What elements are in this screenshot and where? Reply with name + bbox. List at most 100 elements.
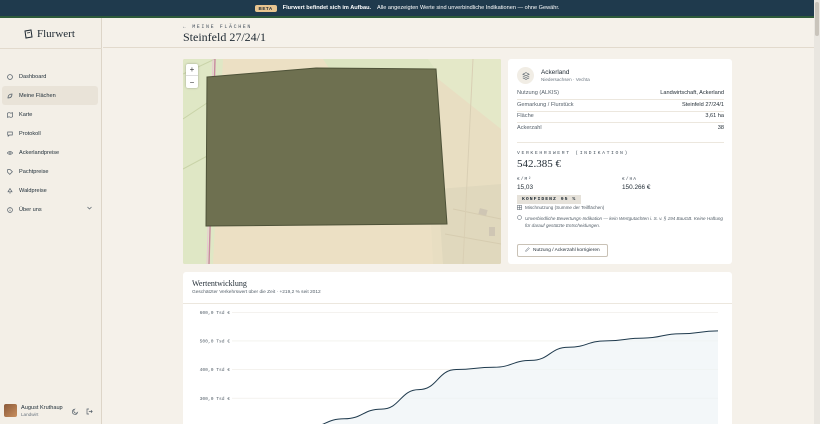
banner-divider [0,16,814,18]
parcel-icon [517,67,534,84]
map-icon [6,111,13,118]
sidebar: Flurwert Dashboard Meine Flächen Karte P… [0,18,102,424]
sidebar-item-protokoll[interactable]: Protokoll [2,124,98,143]
y-tick-label: 300,0 Tsd € [200,396,231,402]
grid-icon [517,205,522,211]
info-value: Landwirtschaft, Ackerland [660,90,724,96]
disclaimer-note: Unverbindliche Bewertungs-Indikation — k… [517,215,723,229]
user-name: August Kruthaup [21,404,63,411]
parcel-type: Ackerland [541,69,570,76]
y-tick-label: 600,0 Tsd € [200,310,231,316]
header-divider [103,47,814,48]
user-profile[interactable]: August Kruthaup Landwirt [4,404,63,417]
row-divider [517,122,724,123]
sidebar-item-dashboard[interactable]: Dashboard [2,67,98,86]
value-area [323,330,718,424]
logo-icon [24,29,33,39]
price-per-m2-label: €/M² [517,177,533,182]
info-value: Steinfeld 27/24/1 [682,102,724,108]
page-scrollbar[interactable] [814,0,820,424]
disclaimer-text: Unverbindliche Bewertungs-Indikation — k… [525,216,723,228]
sidebar-item-pachtpreise[interactable]: Pachtpreise [2,162,98,181]
beta-badge: BETA [254,4,277,12]
sidebar-item-label: Meine Flächen [19,92,56,99]
sidebar-item-ackerlandpreise[interactable]: Ackerlandpreise [2,143,98,162]
info-icon [6,206,13,213]
user-actions [72,408,93,417]
info-key: Ackerzahl [517,125,542,131]
row-divider [517,111,724,112]
value-chart[interactable]: 600,0 Tsd € 500,0 Tsd € 400,0 Tsd € 300,0 T… [183,304,732,424]
info-icon [517,215,522,229]
sidebar-item-label: Waldpreise [19,187,47,194]
dashboard-icon [6,73,13,80]
parcel-map[interactable]: + − [183,59,501,264]
chat-icon [6,130,13,137]
sidebar-item-karte[interactable]: Karte [2,105,98,124]
zoom-out-button[interactable]: − [186,76,198,88]
price-per-m2: €/M² 15,03 [517,177,533,191]
logout-icon[interactable] [86,408,93,417]
sidebar-item-ueber-uns[interactable]: Über uns [2,200,98,219]
sidebar-item-label: Über uns [19,206,42,213]
price-per-ha-value: 150.266 € [622,184,651,191]
banner-strong-text: Flurwert befindet sich im Aufbau. [282,5,372,11]
price-per-m2-value: 15,03 [517,184,533,191]
map-canvas[interactable] [183,59,501,264]
confidence-badge: KONFIDENZ 95 % [517,195,582,204]
row-divider [517,99,724,100]
beta-banner: BETA Flurwert befindet sich im Aufbau. A… [0,0,814,16]
price-per-ha-label: €/HA [622,177,638,182]
value-chart-card: Wertentwicklung Geschätzter Verkehrswert… [183,272,732,424]
zoom-in-button[interactable]: + [186,64,198,76]
brand-name: Flurwert [37,28,75,40]
tree-icon [6,187,13,194]
zoom-controls: + − [186,64,198,88]
sidebar-item-meine-flaechen[interactable]: Meine Flächen [2,86,98,105]
info-row: Gemarkung / Flurstück Steinfeld 27/24/1 [517,102,724,108]
market-value-label: VERKEHRSWERT (INDIKATION) [517,151,629,156]
chart-subtitle: Geschätzter Verkehrswert über die Zeit ·… [192,290,321,295]
brand-logo[interactable]: Flurwert [24,28,75,40]
leaf-icon [6,92,13,99]
info-key: Gemarkung / Flurstück [517,102,574,108]
mixed-use-text: Mischnutzung (Summe der Teilflächen) [525,205,605,210]
theme-toggle-icon[interactable] [72,408,79,417]
info-row: Ackerzahl 38 [517,125,724,131]
price-per-ha: €/HA 150.266 € [622,177,650,191]
info-key: Fläche [517,113,534,119]
sidebar-nav: Dashboard Meine Flächen Karte Protokoll … [2,67,98,219]
y-tick-label: 400,0 Tsd € [200,367,231,373]
parcel-region: Niedersachsen · Vechta [541,77,590,82]
user-role: Landwirt [21,411,39,417]
sidebar-item-label: Karte [19,111,33,118]
parcel-info-card: Ackerland Niedersachsen · Vechta Nutzung… [508,59,732,264]
info-row: Fläche 3,61 ha [517,113,724,119]
sidebar-item-label: Protokoll [19,130,41,137]
parcel-header: Ackerland Niedersachsen · Vechta [517,67,590,84]
y-tick-label: 500,0 Tsd € [200,339,231,345]
tag-icon [6,168,13,175]
pencil-icon [525,247,530,254]
eye-icon [6,149,13,156]
info-row: Nutzung (ALKIS) Landwirtschaft, Ackerlan… [517,90,724,96]
sidebar-item-label: Pachtpreise [19,168,49,175]
info-value: 3,61 ha [705,113,724,119]
banner-text: Alle angezeigten Werte sind unverbindlic… [377,5,560,11]
sidebar-item-waldpreise[interactable]: Waldpreise [2,181,98,200]
correct-usage-label: Nutzung / Ackerzahl korrigieren [533,248,600,253]
info-value: 38 [717,125,724,131]
info-key: Nutzung (ALKIS) [517,90,559,96]
mixed-use-note: Mischnutzung (Summe der Teilflächen) [517,205,604,211]
sidebar-item-label: Ackerlandpreise [19,149,60,156]
sidebar-item-label: Dashboard [19,73,47,80]
chevron-down-icon [87,206,92,212]
scrollbar-thumb[interactable] [815,2,819,36]
chart-title: Wertentwicklung [192,279,247,288]
section-divider [517,142,724,143]
correct-usage-button[interactable]: Nutzung / Ackerzahl korrigieren [517,244,608,257]
sidebar-divider [0,48,102,49]
page-title: Steinfeld 27/24/1 [183,30,266,44]
market-value: 542.385 € [517,158,561,170]
avatar [4,404,17,417]
